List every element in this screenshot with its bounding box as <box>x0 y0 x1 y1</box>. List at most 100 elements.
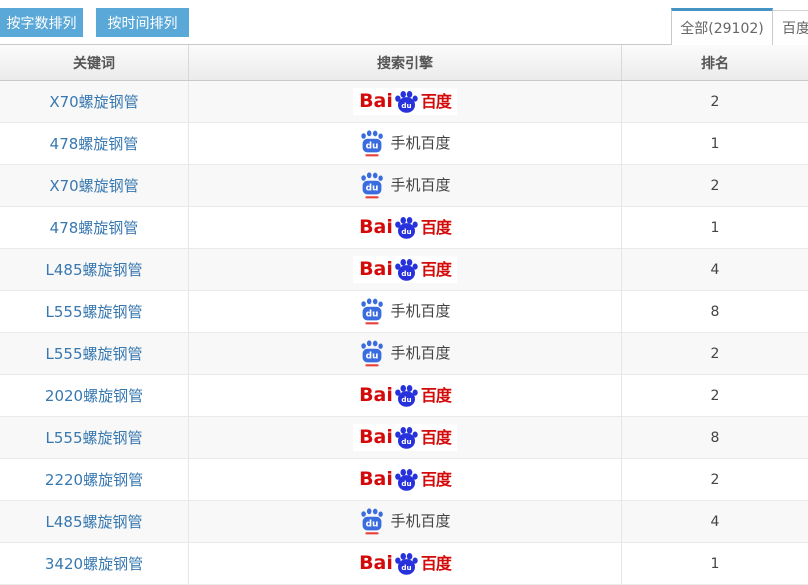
rank-cell: 2 <box>622 81 808 122</box>
keyword-link[interactable]: L555螺旋钢管 <box>46 301 143 322</box>
mobile-du-text: du <box>366 351 379 361</box>
baidu-du-text: du <box>401 479 411 488</box>
baidu-mobile-engine: du 手机百度 <box>359 508 450 535</box>
keyword-cell: L485螺旋钢管 <box>0 501 189 542</box>
header-keyword: 关键词 <box>0 45 189 80</box>
keyword-link[interactable]: 2020螺旋钢管 <box>45 385 143 406</box>
tab-baidu[interactable]: 百度 <box>773 10 808 45</box>
baidu-cn-text: 百度 <box>421 262 451 278</box>
table-row: 2220螺旋钢管 Bai du 百度 <box>0 459 808 501</box>
keyword-cell: L555螺旋钢管 <box>0 333 189 374</box>
table-row: X70螺旋钢管 Bai du 百度 <box>0 81 808 123</box>
keyword-link[interactable]: 478螺旋钢管 <box>50 217 139 238</box>
rank-cell: 2 <box>622 333 808 374</box>
engine-cell: Bai du 百度 <box>189 207 622 248</box>
table-row: 478螺旋钢管 Bai du 百度 <box>0 123 808 165</box>
rank-value: 8 <box>711 430 720 446</box>
mobile-du-text: du <box>366 519 379 529</box>
mobile-baidu-icon: du <box>359 298 385 325</box>
keyword-link[interactable]: 2220螺旋钢管 <box>45 469 143 490</box>
engine-cell: Bai du 百度 <box>189 123 622 164</box>
baidu-cn-text: 百度 <box>421 430 451 446</box>
mobile-baidu-icon: du <box>359 130 385 157</box>
keyword-link[interactable]: L555螺旋钢管 <box>46 427 143 448</box>
table-row: L555螺旋钢管 Bai du 百度 <box>0 333 808 375</box>
sort-by-words-button[interactable]: 按字数排列 <box>0 8 83 37</box>
table-header: 关键词 搜索引擎 排名 <box>0 45 808 81</box>
keyword-link[interactable]: 478螺旋钢管 <box>50 133 139 154</box>
mobile-icon-underline <box>366 196 379 198</box>
tab-all[interactable]: 全部(29102) <box>671 8 773 45</box>
rank-value: 8 <box>711 304 720 320</box>
baidu-cn-text: 百度 <box>421 556 451 572</box>
table-row: 3420螺旋钢管 Bai du 百度 <box>0 543 808 585</box>
mobile-baidu-label: 手机百度 <box>390 304 450 319</box>
baidu-du-text: du <box>401 437 411 446</box>
baidu-du-text: du <box>401 227 411 236</box>
mobile-baidu-label: 手机百度 <box>390 514 450 529</box>
baidu-du-text: du <box>401 395 411 404</box>
mobile-baidu-icon: du <box>359 340 385 367</box>
engine-cell: Bai du 百度 <box>189 501 622 542</box>
keyword-cell: 2220螺旋钢管 <box>0 459 189 500</box>
keyword-cell: X70螺旋钢管 <box>0 165 189 206</box>
table-row: L485螺旋钢管 Bai du 百度 <box>0 249 808 291</box>
keyword-cell: 3420螺旋钢管 <box>0 543 189 584</box>
mobile-icon-underline <box>366 532 379 534</box>
baidu-pc-logo: Bai du 百度 <box>353 256 457 283</box>
engine-cell: Bai du 百度 <box>189 249 622 290</box>
baidu-paw-icon: du <box>394 384 419 407</box>
baidu-bai-text: Bai <box>359 386 393 405</box>
baidu-paw-icon: du <box>394 468 419 491</box>
keyword-cell: L555螺旋钢管 <box>0 291 189 332</box>
rank-cell: 1 <box>622 123 808 164</box>
baidu-pc-logo: Bai du 百度 <box>353 424 457 451</box>
mobile-baidu-label: 手机百度 <box>390 178 450 193</box>
baidu-bai-text: Bai <box>359 428 393 447</box>
rank-value: 2 <box>711 178 720 194</box>
rank-table: 关键词 搜索引擎 排名 X70螺旋钢管 Bai du <box>0 44 808 585</box>
rank-value: 2 <box>711 346 720 362</box>
keyword-cell: 478螺旋钢管 <box>0 207 189 248</box>
engine-cell: Bai du 百度 <box>189 417 622 458</box>
baidu-pc-logo: Bai du 百度 <box>353 88 457 115</box>
header-engine: 搜索引擎 <box>189 45 622 80</box>
engine-cell: Bai du 百度 <box>189 333 622 374</box>
baidu-paw-icon: du <box>394 258 419 281</box>
baidu-paw-icon: du <box>394 552 419 575</box>
rank-value: 4 <box>711 262 720 278</box>
table-row: 2020螺旋钢管 Bai du 百度 <box>0 375 808 417</box>
rank-value: 1 <box>711 136 720 152</box>
baidu-cn-text: 百度 <box>421 472 451 488</box>
keyword-link[interactable]: L485螺旋钢管 <box>46 259 143 280</box>
keyword-cell: 2020螺旋钢管 <box>0 375 189 416</box>
baidu-pc-logo: Bai du 百度 <box>353 550 457 577</box>
table-row: L485螺旋钢管 Bai du 百度 <box>0 501 808 543</box>
baidu-mobile-engine: du 手机百度 <box>359 130 450 157</box>
baidu-bai-text: Bai <box>359 218 393 237</box>
keyword-link[interactable]: 3420螺旋钢管 <box>45 553 143 574</box>
keyword-link[interactable]: X70螺旋钢管 <box>49 91 138 112</box>
baidu-mobile-engine: du 手机百度 <box>359 340 450 367</box>
rank-cell: 4 <box>622 501 808 542</box>
keyword-link[interactable]: X70螺旋钢管 <box>49 175 138 196</box>
keyword-link[interactable]: L555螺旋钢管 <box>46 343 143 364</box>
engine-cell: Bai du 百度 <box>189 459 622 500</box>
baidu-mobile-engine: du 手机百度 <box>359 298 450 325</box>
keyword-cell: L555螺旋钢管 <box>0 417 189 458</box>
keyword-link[interactable]: L485螺旋钢管 <box>46 511 143 532</box>
engine-cell: Bai du 百度 <box>189 543 622 584</box>
baidu-cn-text: 百度 <box>421 388 451 404</box>
sort-by-time-button[interactable]: 按时间排列 <box>96 8 189 37</box>
mobile-baidu-label: 手机百度 <box>390 346 450 361</box>
mobile-icon-underline <box>366 364 379 366</box>
baidu-bai-text: Bai <box>359 92 393 111</box>
tab-bar: 全部(29102) 百度 <box>671 8 808 45</box>
baidu-du-text: du <box>401 269 411 278</box>
rank-cell: 1 <box>622 207 808 248</box>
mobile-icon-underline <box>366 322 379 324</box>
rank-cell: 4 <box>622 249 808 290</box>
rank-value: 1 <box>711 220 720 236</box>
rank-value: 2 <box>711 472 720 488</box>
baidu-bai-text: Bai <box>359 470 393 489</box>
